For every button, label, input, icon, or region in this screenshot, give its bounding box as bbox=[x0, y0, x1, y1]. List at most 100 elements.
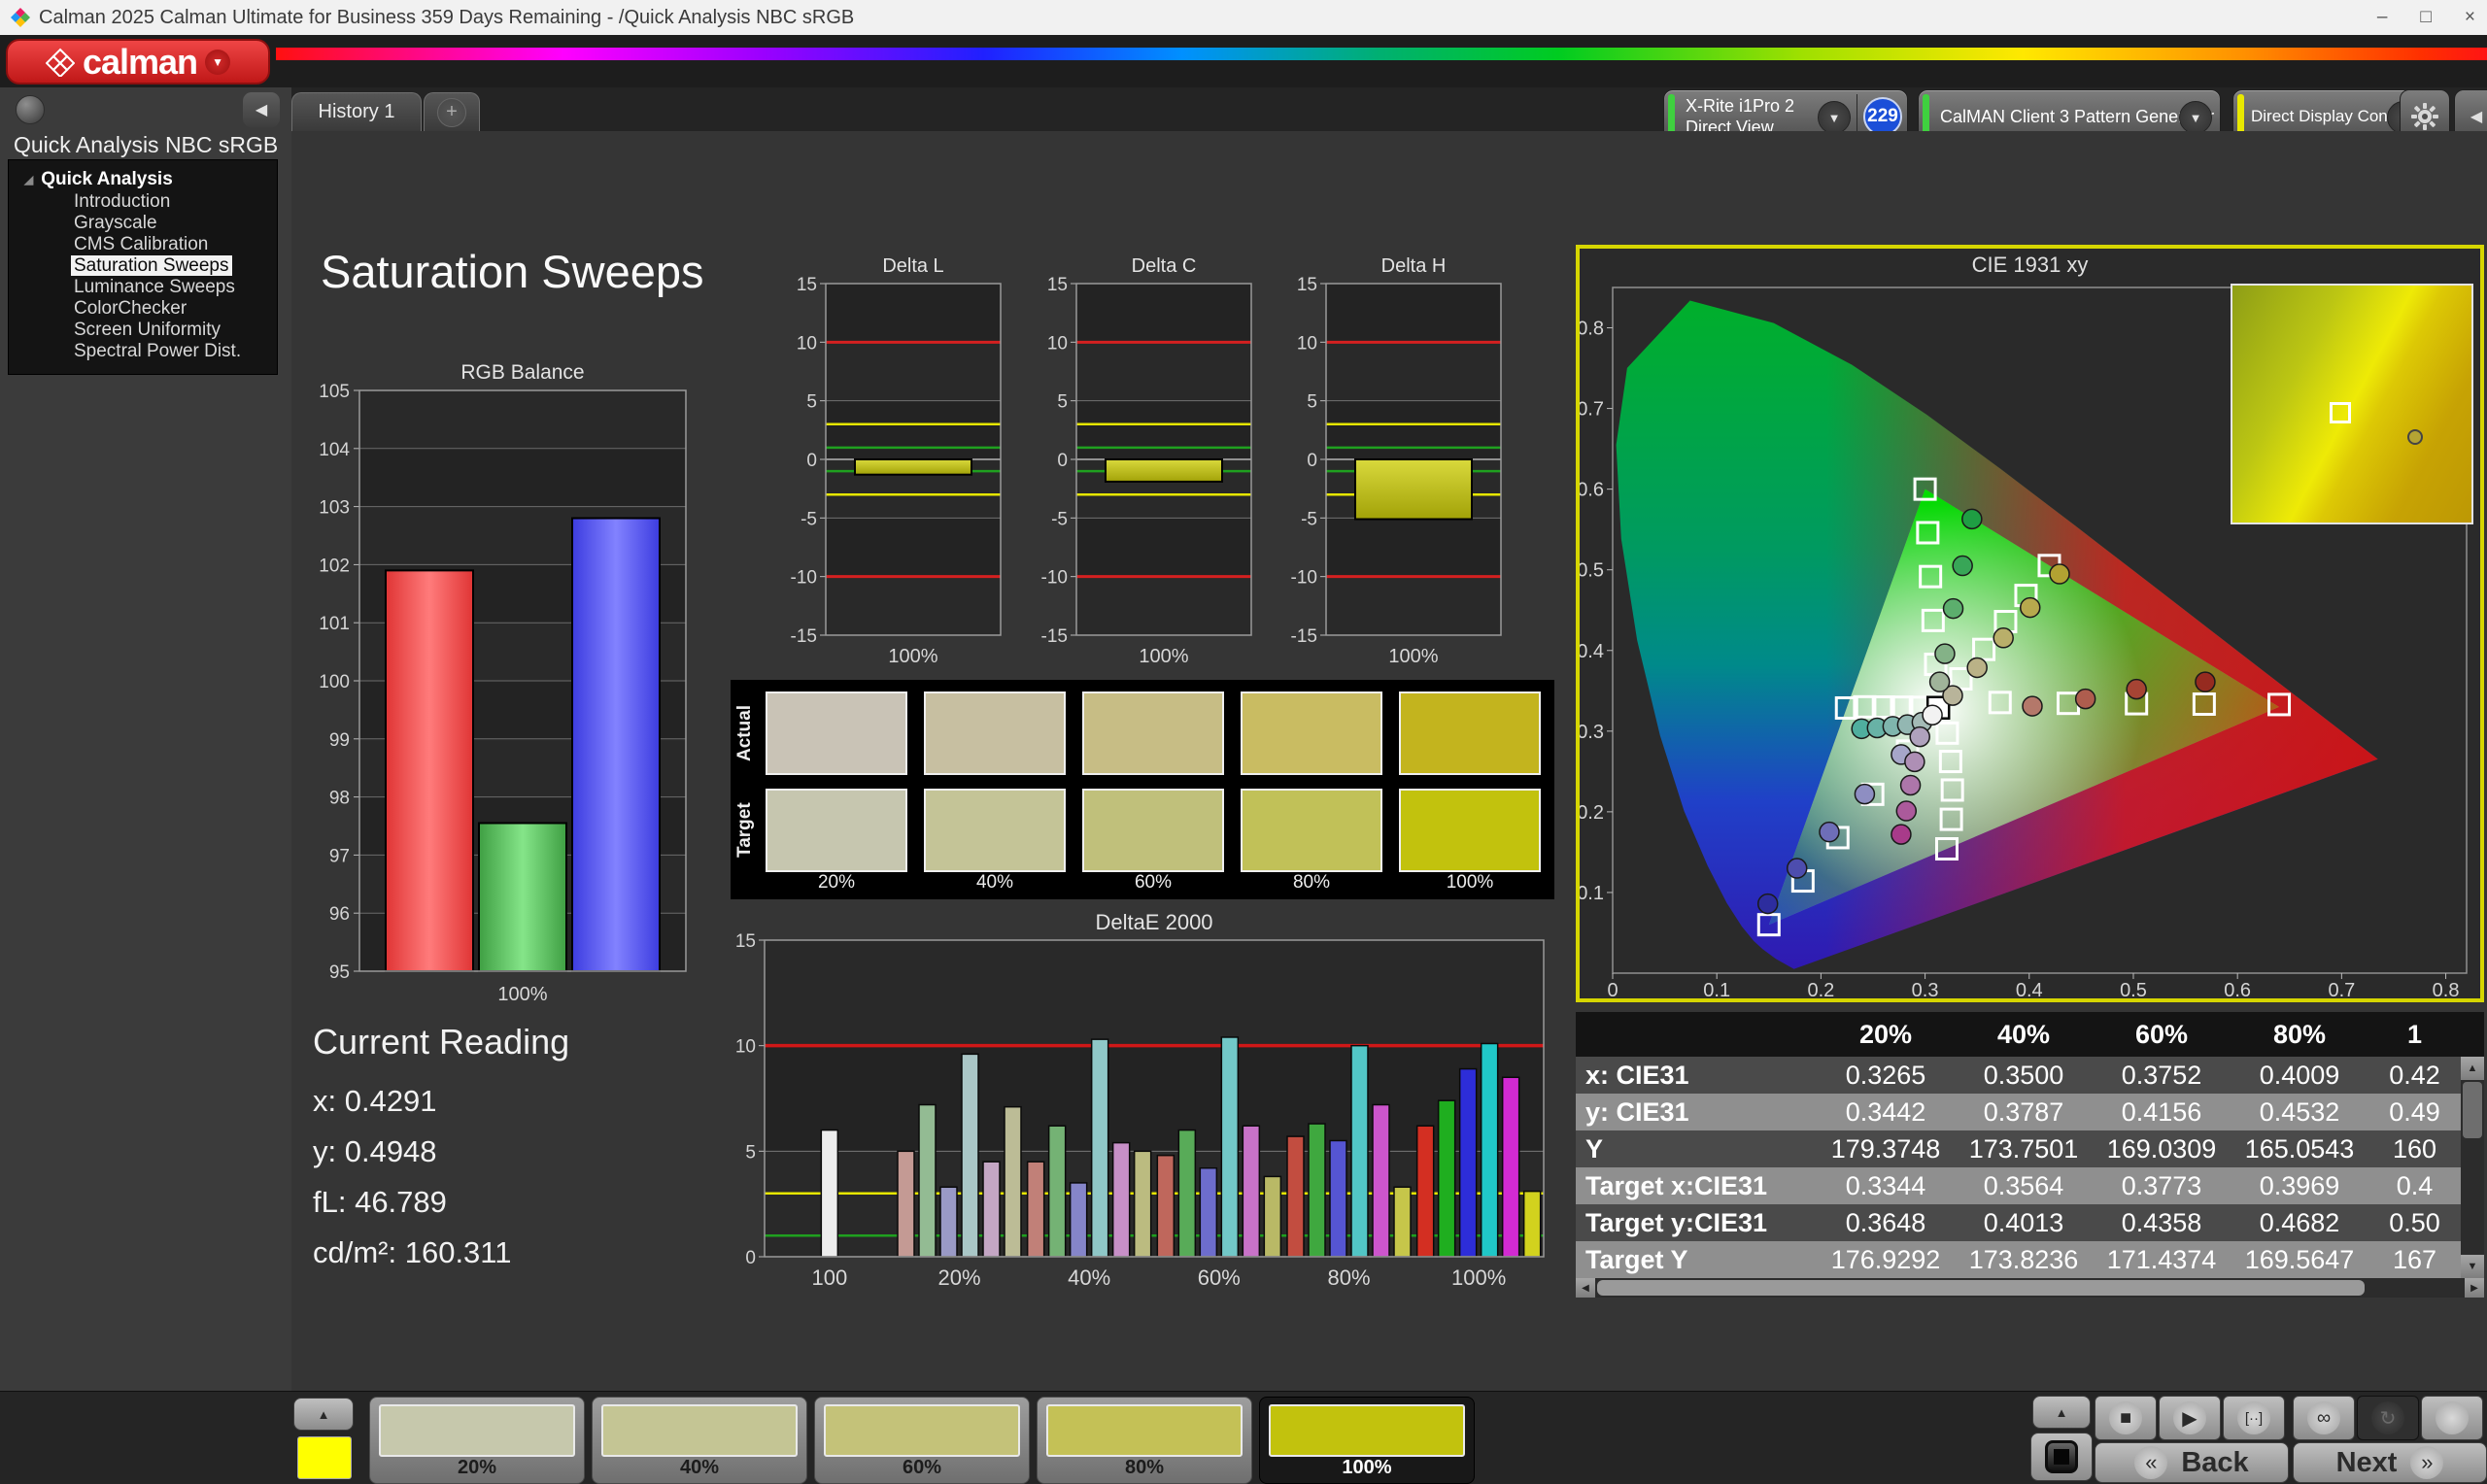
next-button[interactable]: Next » bbox=[2293, 1442, 2487, 1483]
pattern-level-button-60%[interactable]: 60% bbox=[814, 1397, 1030, 1484]
loop-icon: ∞ bbox=[2307, 1401, 2340, 1434]
scroll-thumb[interactable] bbox=[2463, 1082, 2482, 1138]
pattern-level-button-80%[interactable]: 80% bbox=[1037, 1397, 1252, 1484]
table-row[interactable]: Target x:CIE31 0.3344 0.3564 0.3773 0.3969 0.… bbox=[1576, 1167, 2461, 1204]
svg-text:0.3: 0.3 bbox=[1912, 980, 1939, 998]
loop-button[interactable]: ∞ bbox=[2293, 1396, 2355, 1440]
sidebar-item-colorchecker[interactable]: ColorChecker bbox=[9, 298, 277, 320]
table-cell: 0.49 bbox=[2389, 1096, 2440, 1127]
bottom-bar: ▲ ▲ « Back Next » 20% 40% 60% 80% 100% ■ ▶ [··]… bbox=[0, 1391, 2487, 1484]
calman-diamond-icon bbox=[45, 48, 75, 77]
back-button[interactable]: « Back bbox=[2095, 1442, 2289, 1483]
svg-text:0.6: 0.6 bbox=[1580, 480, 1604, 501]
svg-text:100%: 100% bbox=[1451, 1265, 1506, 1290]
pattern-level-label: 40% bbox=[679, 1457, 720, 1478]
transport-up-button[interactable]: ▲ bbox=[2032, 1396, 2091, 1429]
sidebar-item-spectral-power-dist-[interactable]: Spectral Power Dist. bbox=[9, 341, 277, 362]
scroll-right-icon[interactable]: ▶ bbox=[2465, 1278, 2484, 1298]
main-content: Saturation Sweeps RGB Balance 95 96 97 98 99 1… bbox=[291, 131, 2487, 1391]
svg-text:Delta H: Delta H bbox=[1381, 255, 1447, 277]
maximize-button[interactable]: □ bbox=[2420, 7, 2431, 28]
table-row[interactable]: y: CIE31 0.3442 0.3787 0.4156 0.4532 0.49 bbox=[1576, 1094, 2461, 1130]
calman-app-icon bbox=[11, 8, 30, 27]
table-cell: 0.3344 bbox=[1845, 1170, 1926, 1200]
svg-text:100%: 100% bbox=[1139, 646, 1188, 667]
next-arrow-icon: » bbox=[2410, 1446, 2444, 1479]
pattern-window-button[interactable] bbox=[2030, 1433, 2093, 1481]
refresh-icon: ↻ bbox=[2371, 1401, 2404, 1434]
tree-root-label[interactable]: Quick Analysis bbox=[41, 169, 173, 190]
tab-history-label: History 1 bbox=[318, 101, 395, 122]
delta-c-chart: Delta C -15 -10 -5 0 5 10 15 100% bbox=[1041, 255, 1252, 667]
table-row[interactable]: Target y:CIE31 0.3648 0.4013 0.4358 0.4682 0.… bbox=[1576, 1204, 2461, 1241]
sidebar-item-screen-uniformity[interactable]: Screen Uniformity bbox=[9, 320, 277, 341]
table-horizontal-scrollbar[interactable]: ◀ ▶ bbox=[1576, 1278, 2484, 1298]
blank-button[interactable] bbox=[2421, 1396, 2483, 1440]
swatch-row-label: Target bbox=[734, 802, 755, 859]
svg-text:15: 15 bbox=[1297, 275, 1317, 295]
table-cell: 167 bbox=[2392, 1244, 2437, 1274]
pattern-level-label: 20% bbox=[457, 1457, 497, 1478]
tab-add-button[interactable]: + bbox=[424, 92, 480, 131]
svg-text:0: 0 bbox=[1307, 451, 1317, 471]
pattern-up-button[interactable]: ▲ bbox=[293, 1398, 354, 1431]
swatch-col-label: 80% bbox=[1292, 872, 1331, 893]
logo-dropdown-arrow[interactable]: ▼ bbox=[205, 49, 231, 75]
sidebar-item-saturation-sweeps[interactable]: Saturation Sweeps bbox=[9, 255, 277, 277]
stop-button[interactable]: ■ bbox=[2095, 1396, 2157, 1440]
tree-expand-icon[interactable]: ◢ bbox=[24, 173, 33, 186]
minimize-button[interactable]: – bbox=[2377, 7, 2388, 28]
table-row[interactable]: Target Y 176.9292 173.8236 171.4374 169.5647… bbox=[1576, 1241, 2461, 1278]
table-row-label: Target x:CIE31 bbox=[1585, 1170, 1768, 1200]
table-row[interactable]: Y 179.3748 173.7501 169.0309 165.0543 160 bbox=[1576, 1130, 2461, 1167]
table-row-label: y: CIE31 bbox=[1585, 1096, 1689, 1127]
active-pattern-swatch[interactable] bbox=[297, 1436, 352, 1479]
calman-logo-button[interactable]: calman ▼ bbox=[6, 39, 270, 84]
pattern-swatch bbox=[1046, 1404, 1243, 1457]
svg-text:15: 15 bbox=[797, 275, 817, 295]
swatch-target-40% bbox=[924, 789, 1066, 872]
svg-text:0.4: 0.4 bbox=[2016, 980, 2043, 998]
cie-1931-panel[interactable]: CIE 1931 xy 0 0.1 0.1 0.2 0.2 0.3 0.3 0.4 0.4 0.5 0… bbox=[1576, 245, 2484, 1002]
measurement-table: 20% 40% 60% 80% 1 x: CIE31 0.3265 0.3500 0.3752 0… bbox=[1576, 1012, 2484, 1298]
pattern-level-button-100%[interactable]: 100% bbox=[1259, 1397, 1475, 1484]
sidebar-collapse-button[interactable]: ◀ bbox=[243, 92, 280, 127]
chevron-down-icon[interactable]: ▼ bbox=[1818, 101, 1851, 134]
current-reading-cdm2: cd/m²: 160.311 bbox=[313, 1235, 512, 1269]
sidebar-item-grayscale[interactable]: Grayscale bbox=[9, 213, 277, 234]
scroll-left-icon[interactable]: ◀ bbox=[1576, 1278, 1595, 1298]
rgb-balance-chart: RGB Balance 95 96 97 98 99 100 101 102 103 104 105 1… bbox=[319, 361, 687, 1005]
swatch-actual-80% bbox=[1241, 691, 1382, 775]
table-row[interactable]: x: CIE31 0.3265 0.3500 0.3752 0.4009 0.42 bbox=[1576, 1057, 2461, 1094]
swatch-target-100% bbox=[1399, 789, 1541, 872]
table-vertical-scrollbar[interactable]: ▲ ▼ bbox=[2461, 1057, 2484, 1278]
play-button[interactable]: ▶ bbox=[2159, 1396, 2221, 1440]
scroll-thumb[interactable] bbox=[1597, 1280, 2365, 1296]
table-header-row: 20% 40% 60% 80% 1 bbox=[1576, 1012, 2484, 1057]
table-cell: 0.3564 bbox=[1983, 1170, 2064, 1200]
chevron-down-icon[interactable]: ▼ bbox=[2179, 101, 2212, 134]
sidebar-menu-button[interactable] bbox=[16, 95, 45, 124]
svg-text:0.5: 0.5 bbox=[1580, 560, 1604, 582]
svg-text:0: 0 bbox=[1057, 451, 1068, 471]
svg-text:105: 105 bbox=[319, 382, 350, 402]
tab-history-1[interactable]: History 1 bbox=[291, 92, 422, 131]
scroll-down-icon[interactable]: ▼ bbox=[2461, 1255, 2484, 1278]
svg-text:CIE 1931 xy: CIE 1931 xy bbox=[1972, 253, 2089, 277]
sidebar-item-cms-calibration[interactable]: CMS Calibration bbox=[9, 234, 277, 255]
svg-text:100%: 100% bbox=[497, 984, 547, 1005]
svg-text:96: 96 bbox=[329, 904, 350, 925]
step-button[interactable]: [··] bbox=[2223, 1396, 2285, 1440]
refresh-button[interactable]: ↻ bbox=[2357, 1396, 2419, 1440]
scroll-up-icon[interactable]: ▲ bbox=[2461, 1057, 2484, 1080]
pattern-level-button-40%[interactable]: 40% bbox=[592, 1397, 807, 1484]
meter-count-badge[interactable]: 229 bbox=[1863, 97, 1902, 136]
sidebar-item-introduction[interactable]: Introduction bbox=[9, 191, 277, 213]
close-button[interactable]: × bbox=[2465, 7, 2475, 28]
table-cell: 165.0543 bbox=[2244, 1133, 2355, 1164]
sidebar-item-luminance-sweeps[interactable]: Luminance Sweeps bbox=[9, 277, 277, 298]
svg-text:0.4: 0.4 bbox=[1580, 641, 1604, 662]
swatch-target-80% bbox=[1241, 789, 1382, 872]
pattern-level-button-20%[interactable]: 20% bbox=[369, 1397, 585, 1484]
pattern-swatch bbox=[1269, 1404, 1465, 1457]
